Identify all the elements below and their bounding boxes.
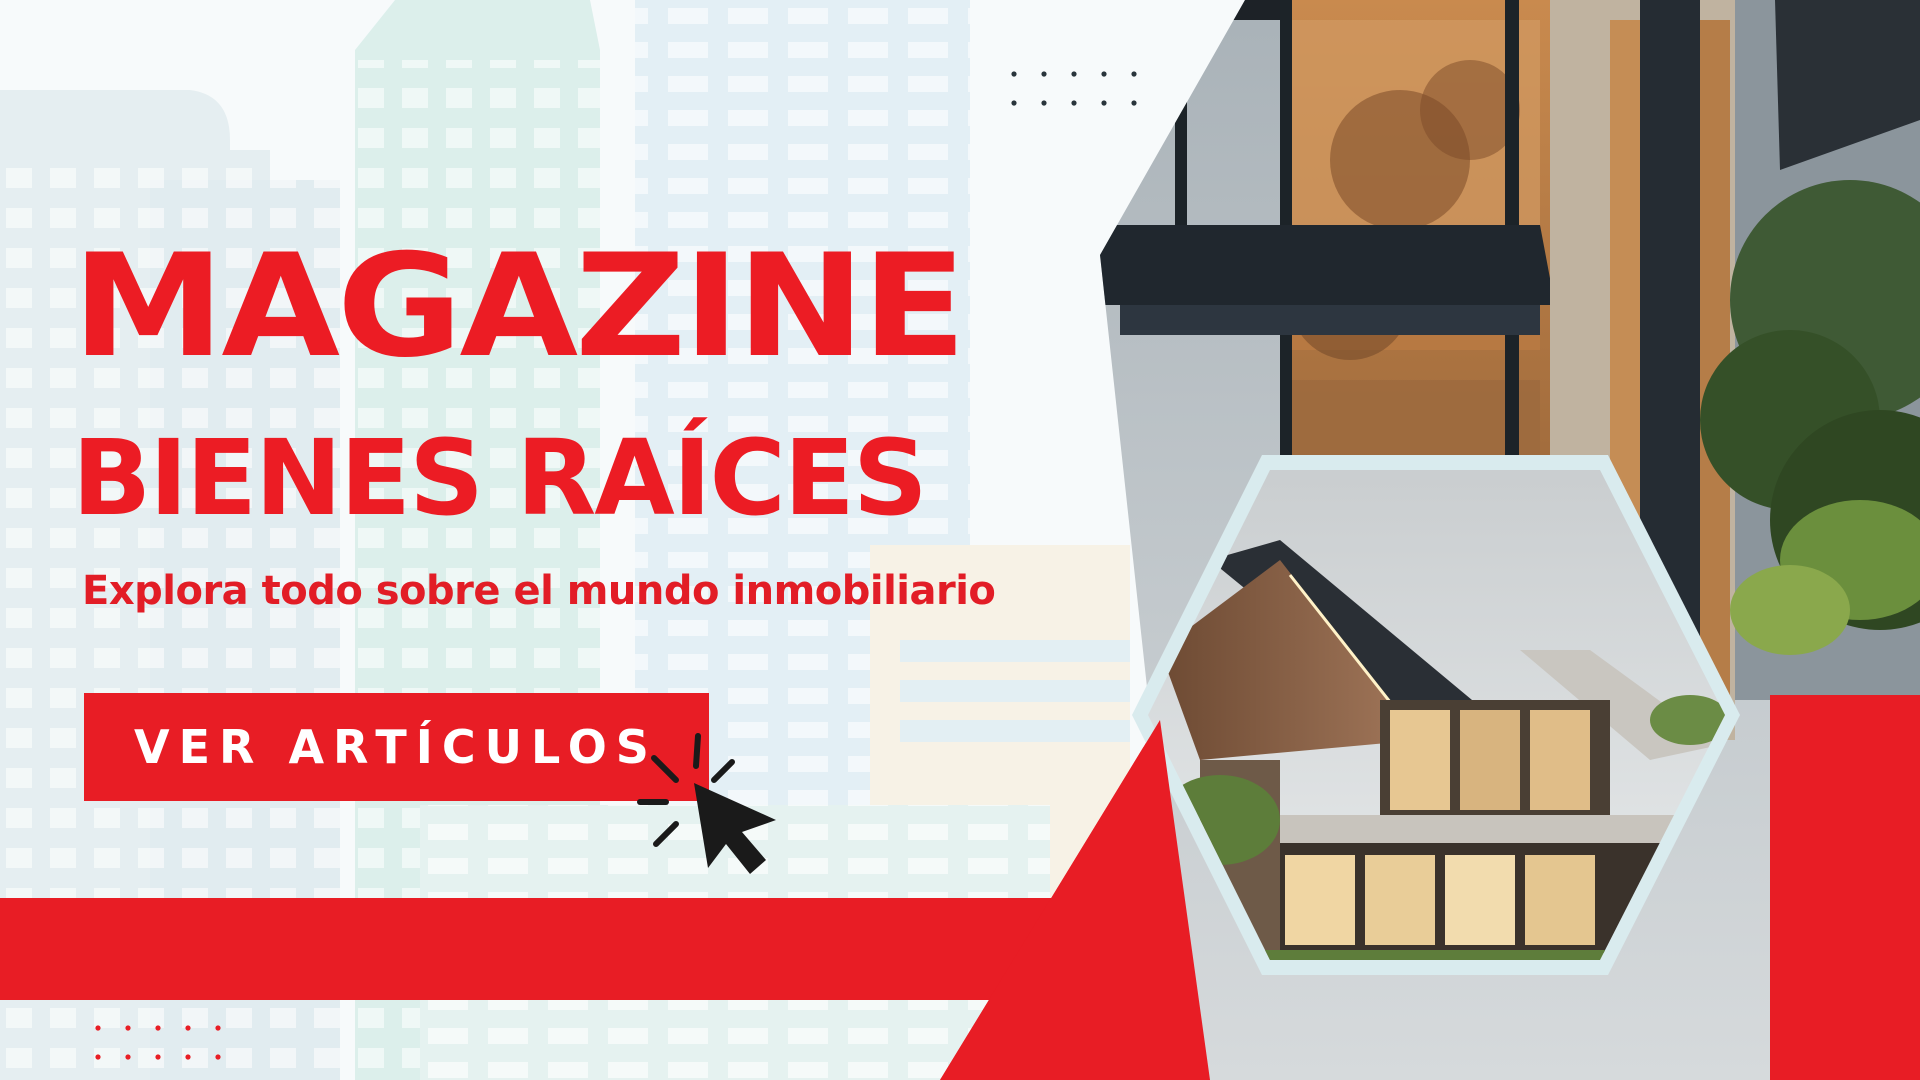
headline-bienes-raices: BIENES RAÍCES xyxy=(72,417,928,539)
dot-grid-icon xyxy=(95,1025,221,1060)
subtitle: Explora todo sobre el mundo inmobiliario xyxy=(82,568,996,614)
ver-articulos-label: VER ARTÍCULOS xyxy=(134,720,658,774)
ver-articulos-button[interactable]: VER ARTÍCULOS xyxy=(84,693,709,801)
headline-magazine: MAGAZINE xyxy=(72,224,967,389)
cursor-click-icon xyxy=(637,733,776,874)
house-photo-collage xyxy=(0,0,1920,1080)
dot-grid-icon xyxy=(1011,71,1137,106)
